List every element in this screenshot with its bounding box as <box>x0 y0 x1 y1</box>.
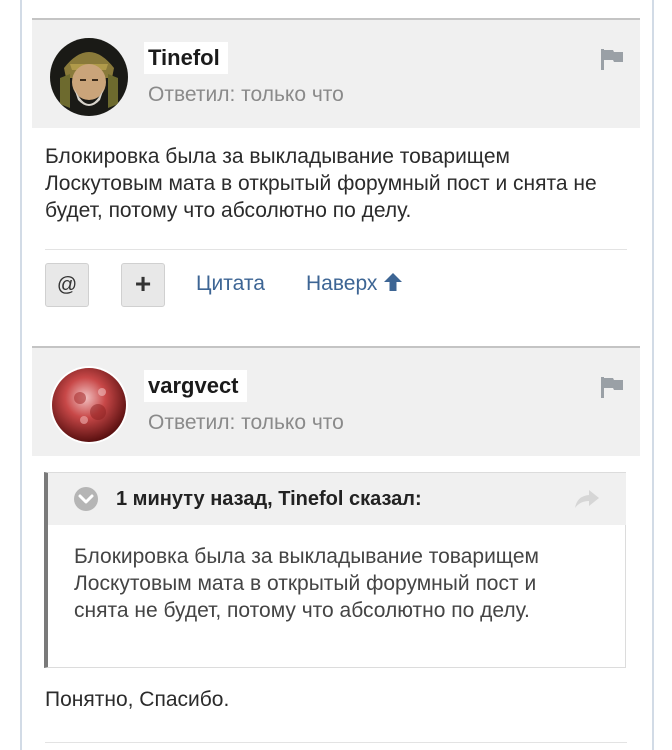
share-icon[interactable] <box>574 489 600 509</box>
thread-border-right <box>652 0 654 750</box>
flag-icon[interactable] <box>600 376 624 398</box>
multiquote-button[interactable]: + <box>121 263 165 307</box>
quote-text: Блокировка была за выкладывание товарище… <box>74 545 539 622</box>
post-header: vargvect Ответил: только что <box>32 346 640 456</box>
back-to-top-link[interactable]: Наверх <box>306 270 403 298</box>
post-header: Tinefol Ответил: только что <box>32 18 640 128</box>
quote-citation: 1 минуту назад, Tinefol сказал: <box>116 488 422 510</box>
arrow-up-icon <box>384 273 403 291</box>
divider <box>45 249 627 250</box>
post: Tinefol Ответил: только что Блокировка б… <box>32 18 640 338</box>
divider <box>45 742 627 743</box>
thread-border-left <box>20 0 22 750</box>
red-moon-avatar-image <box>50 366 128 444</box>
reply-time: Ответил: только что <box>148 411 344 434</box>
author-name[interactable]: vargvect <box>144 370 247 402</box>
mention-button[interactable]: @ <box>45 263 89 307</box>
back-to-top-label: Наверх <box>306 272 378 295</box>
avatar[interactable] <box>50 366 128 444</box>
quote-link[interactable]: Цитата <box>196 270 265 298</box>
reply-time: Ответил: только что <box>148 83 344 106</box>
previous-post-remnant <box>32 0 640 18</box>
quote-header: 1 минуту назад, Tinefol сказал: <box>48 473 626 525</box>
chevron-down-icon[interactable] <box>74 487 98 511</box>
post-content: Блокировка была за выкладывание товарище… <box>45 145 597 222</box>
avatar[interactable] <box>50 38 128 116</box>
author-name[interactable]: Tinefol <box>144 42 228 74</box>
quote-block: 1 минуту назад, Tinefol сказал: Блокиров… <box>44 472 626 668</box>
post-content: Понятно, Спасибо. <box>45 688 230 711</box>
forum-thread: Tinefol Ответил: только что Блокировка б… <box>0 0 672 750</box>
warrior-avatar-image <box>50 38 128 116</box>
flag-icon[interactable] <box>600 48 624 70</box>
post: vargvect Ответил: только что 1 минуту на… <box>32 346 640 750</box>
